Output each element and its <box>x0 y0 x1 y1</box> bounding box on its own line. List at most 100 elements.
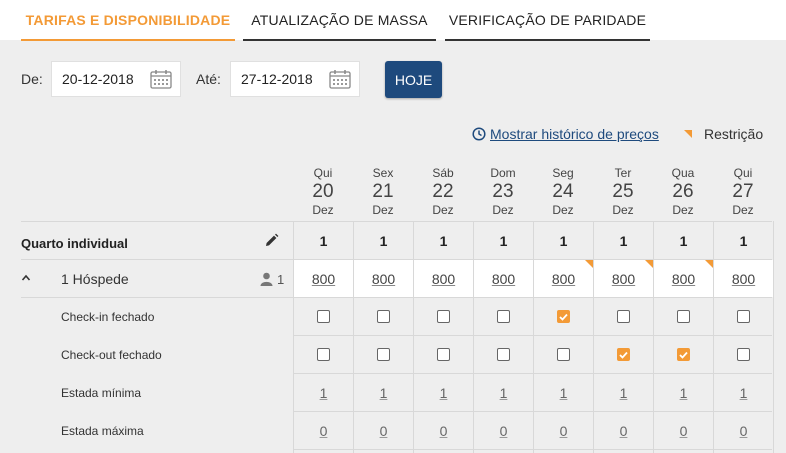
from-date-field[interactable] <box>51 61 181 97</box>
max-stay-cell-value[interactable]: 0 <box>740 423 748 439</box>
min-stay-cell[interactable]: 1 <box>594 374 653 411</box>
min-stay-cell-value[interactable]: 1 <box>620 385 628 401</box>
checkin-closed-checkbox[interactable] <box>714 298 773 335</box>
from-date-input[interactable] <box>52 62 144 96</box>
max-stay-label: Estada máxima <box>61 424 144 438</box>
max-stay-cell[interactable]: 0 <box>654 412 713 449</box>
checkin-closed-checkbox[interactable] <box>534 298 593 335</box>
price-cell[interactable]: 800 <box>594 260 653 297</box>
min-stay-cell-value[interactable]: 1 <box>500 385 508 401</box>
min-stay-cell-value[interactable]: 1 <box>680 385 688 401</box>
max-stay-cell-value[interactable]: 0 <box>380 423 388 439</box>
checkout-closed-checkbox[interactable] <box>654 336 713 373</box>
price-cell-value[interactable]: 800 <box>492 271 515 287</box>
checkout-closed-checkbox[interactable] <box>617 348 630 361</box>
checkout-closed-checkbox[interactable] <box>677 348 690 361</box>
checkout-closed-checkbox[interactable] <box>377 348 390 361</box>
tab-rates-availability[interactable]: TARIFAS E DISPONIBILIDADE <box>21 0 235 41</box>
checkin-closed-checkbox[interactable] <box>737 310 750 323</box>
checkout-closed-checkbox[interactable] <box>354 336 413 373</box>
min-stay-cell-value[interactable]: 1 <box>440 385 448 401</box>
max-stay-cell-value[interactable]: 0 <box>560 423 568 439</box>
min-stay-cell[interactable]: 1 <box>354 374 413 411</box>
checkin-closed-checkbox[interactable] <box>317 310 330 323</box>
min-stay-cell[interactable]: 1 <box>414 374 473 411</box>
max-stay-cell-value[interactable]: 0 <box>320 423 328 439</box>
price-cell-value[interactable]: 800 <box>372 271 395 287</box>
min-stay-cell-value[interactable]: 1 <box>740 385 748 401</box>
min-stay-cell[interactable]: 1 <box>714 374 773 411</box>
max-stay-cell[interactable]: 0 <box>294 412 353 449</box>
checkin-closed-checkbox[interactable] <box>497 310 510 323</box>
checkout-closed-checkbox[interactable] <box>534 336 593 373</box>
min-stay-cell-value[interactable]: 1 <box>320 385 328 401</box>
price-cell[interactable]: 800 <box>294 260 353 297</box>
checkin-closed-checkbox[interactable] <box>377 310 390 323</box>
price-cell-value[interactable]: 800 <box>312 271 335 287</box>
checkout-closed-checkbox[interactable] <box>557 348 570 361</box>
checkin-closed-checkbox[interactable] <box>474 298 533 335</box>
calendar-icon[interactable] <box>150 69 172 89</box>
min-stay-cell-value[interactable]: 1 <box>560 385 568 401</box>
tab-parity-check[interactable]: VERIFICAÇÃO DE PARIDADE <box>445 0 650 41</box>
price-cell-value[interactable]: 800 <box>552 271 575 287</box>
price-cell[interactable]: 800 <box>714 260 773 297</box>
max-stay-cell-value[interactable]: 0 <box>680 423 688 439</box>
checkout-closed-checkbox[interactable] <box>594 336 653 373</box>
price-cell[interactable]: 800 <box>474 260 533 297</box>
max-stay-cell[interactable]: 0 <box>474 412 533 449</box>
checkout-closed-checkbox[interactable] <box>317 348 330 361</box>
checkout-closed-checkbox[interactable] <box>294 336 353 373</box>
price-cell[interactable]: 800 <box>414 260 473 297</box>
min-stay-cell[interactable]: 1 <box>474 374 533 411</box>
min-stay-cell[interactable]: 1 <box>294 374 353 411</box>
day-number: 20 <box>312 181 334 202</box>
to-date-input[interactable] <box>231 62 323 96</box>
checkin-closed-checkbox[interactable] <box>354 298 413 335</box>
checkout-closed-checkbox[interactable] <box>414 336 473 373</box>
calendar-icon[interactable] <box>329 69 351 89</box>
checkin-closed-checkbox[interactable] <box>594 298 653 335</box>
max-stay-cell[interactable]: 0 <box>534 412 593 449</box>
day-header: Ter 25 Dez <box>593 166 653 217</box>
max-stay-cell[interactable]: 0 <box>414 412 473 449</box>
max-stay-cell-value[interactable]: 0 <box>440 423 448 439</box>
day-month: Dez <box>492 203 514 217</box>
day-weekday: Ter <box>614 166 632 180</box>
tab-bulk-update[interactable]: ATUALIZAÇÃO DE MASSA <box>243 0 436 41</box>
price-cell-value[interactable]: 800 <box>672 271 695 287</box>
checkin-closed-checkbox[interactable] <box>414 298 473 335</box>
price-cell[interactable]: 800 <box>354 260 413 297</box>
checkin-closed-checkbox[interactable] <box>437 310 450 323</box>
max-stay-cell[interactable]: 0 <box>354 412 413 449</box>
min-stay-cell-value[interactable]: 1 <box>380 385 388 401</box>
today-button[interactable]: HOJE <box>385 61 442 98</box>
checkout-closed-checkbox[interactable] <box>714 336 773 373</box>
min-stay-cell[interactable]: 1 <box>534 374 593 411</box>
price-cell-value[interactable]: 800 <box>432 271 455 287</box>
price-cell-value[interactable]: 800 <box>732 271 755 287</box>
max-stay-cell-value[interactable]: 0 <box>620 423 628 439</box>
price-history-link[interactable]: Mostrar histórico de preços <box>472 126 659 142</box>
checkout-closed-checkbox[interactable] <box>437 348 450 361</box>
price-cell-value[interactable]: 800 <box>612 271 635 287</box>
checkout-closed-checkbox[interactable] <box>497 348 510 361</box>
checkin-closed-checkbox[interactable] <box>617 310 630 323</box>
min-stay-cell[interactable]: 1 <box>654 374 713 411</box>
price-cell[interactable]: 800 <box>654 260 713 297</box>
checkin-closed-checkbox[interactable] <box>677 310 690 323</box>
to-date-field[interactable] <box>230 61 360 97</box>
price-cell[interactable]: 800 <box>534 260 593 297</box>
checkin-closed-checkbox[interactable] <box>294 298 353 335</box>
checkin-closed-checkbox[interactable] <box>557 310 570 323</box>
collapse-chevron-icon[interactable] <box>21 274 31 282</box>
max-stay-cell[interactable]: 0 <box>594 412 653 449</box>
checkin-closed-checkbox[interactable] <box>654 298 713 335</box>
guest-count: 1 <box>277 272 285 287</box>
max-stay-cell[interactable]: 0 <box>714 412 773 449</box>
day-month: Dez <box>612 203 634 217</box>
max-stay-cell-value[interactable]: 0 <box>500 423 508 439</box>
checkout-closed-checkbox[interactable] <box>737 348 750 361</box>
edit-icon[interactable] <box>264 233 279 248</box>
checkout-closed-checkbox[interactable] <box>474 336 533 373</box>
